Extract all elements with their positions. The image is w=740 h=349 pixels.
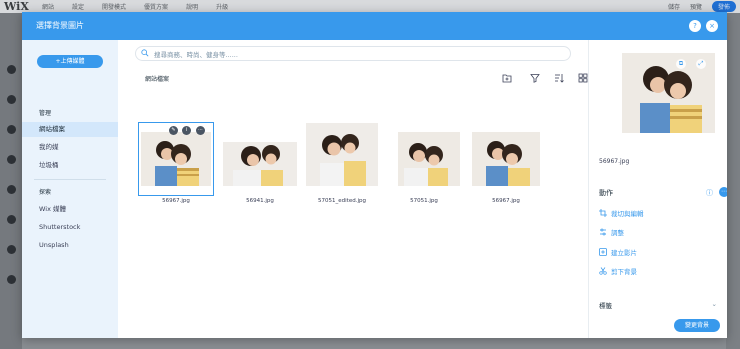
more-icon[interactable]: ⋯	[196, 126, 205, 135]
edit-icon[interactable]: ✎	[169, 126, 178, 135]
preview-image: ⧉ ⤢	[622, 53, 715, 133]
search-box	[135, 46, 571, 61]
sort-icon[interactable]	[554, 73, 564, 83]
search-input[interactable]	[152, 48, 556, 61]
action-label: 裁切與編輯	[611, 210, 644, 218]
blog-icon[interactable]	[7, 245, 16, 254]
menu-item[interactable]: 說明	[186, 2, 198, 11]
save-link[interactable]: 儲存	[668, 2, 680, 11]
editor-menu: 網站 設定 開發模式 優質方案 說明 升級	[42, 2, 228, 11]
dialog-header: 選擇背景圖片 ? ×	[22, 12, 727, 40]
sidebar-item-trash[interactable]: 垃圾桶	[22, 158, 118, 173]
action-label: 調整	[611, 229, 624, 237]
action-adjust[interactable]: 調整	[599, 227, 624, 237]
sidebar-item-unsplash[interactable]: Unsplash	[22, 238, 118, 253]
change-background-button[interactable]: 變更背景	[674, 319, 720, 332]
pages-icon[interactable]	[7, 65, 16, 74]
sidebar-item-shutterstock[interactable]: Shutterstock	[22, 220, 118, 235]
publish-button[interactable]: 發佈	[711, 1, 736, 12]
editor-left-rail	[0, 13, 22, 349]
chevron-down-icon: ⌄	[711, 300, 717, 308]
crop-icon[interactable]: ⧉	[676, 59, 686, 69]
preview-link[interactable]: 預覽	[690, 2, 702, 11]
actions-title: 動作	[599, 189, 613, 197]
menu-item[interactable]: 升級	[216, 2, 228, 11]
action-crop-edit[interactable]: 裁切與編輯	[599, 208, 644, 218]
sidebar-divider	[34, 179, 106, 180]
upload-media-button[interactable]: +上傳媒體	[37, 55, 103, 68]
menu-item[interactable]: 網站	[42, 2, 54, 11]
file-name: 56941.jpg	[246, 198, 274, 204]
sidebar-item-site-files[interactable]: 網站檔案	[22, 122, 118, 137]
dialog-title: 選擇背景圖片	[36, 21, 84, 30]
breadcrumb: 網站檔案	[145, 76, 170, 83]
action-cut-background[interactable]: 剪下背景	[599, 266, 637, 276]
action-create-video[interactable]: 建立影片	[599, 247, 637, 257]
menu-item[interactable]: 優質方案	[144, 2, 168, 11]
info-icon[interactable]: ⓘ	[706, 188, 713, 198]
media-item[interactable]: 56967.jpg	[468, 122, 544, 204]
info-icon[interactable]: i	[182, 126, 191, 135]
media-manager-dialog: 選擇背景圖片 ? × +上傳媒體 管理 網站檔案 我的媒 垃圾桶 探索 Wix …	[22, 12, 727, 338]
action-label: 建立影片	[611, 249, 637, 257]
store-icon[interactable]	[7, 275, 16, 284]
apps-icon[interactable]	[7, 185, 16, 194]
manage-section-title: 管理	[39, 110, 52, 117]
media-sidebar: +上傳媒體 管理 網站檔案 我的媒 垃圾桶 探索 Wix 媒體 Shutters…	[22, 40, 118, 338]
sidebar-item-wix-media[interactable]: Wix 媒體	[22, 202, 118, 217]
filter-icon[interactable]	[530, 73, 540, 83]
menu-item[interactable]: 開發模式	[102, 2, 126, 11]
photo-thumbnail	[223, 132, 297, 186]
media-item[interactable]: 56941.jpg	[222, 122, 298, 204]
file-name: 57051.jpg	[410, 198, 438, 204]
file-name: 56967.jpg	[162, 198, 190, 204]
file-name: 57051_edited.jpg	[318, 198, 366, 204]
crop-edit-icon	[599, 209, 607, 217]
photo-thumbnail	[141, 132, 211, 186]
add-icon[interactable]	[7, 125, 16, 134]
file-info-panel: ⧉ ⤢ 56967.jpg 動作 ⓘ ⋯ 裁切與編輯 調整 建立影片 剪下背景 …	[589, 40, 727, 338]
scissors-icon	[599, 267, 607, 275]
search-icon	[141, 49, 149, 57]
action-label: 剪下背景	[611, 268, 637, 276]
video-icon	[599, 248, 607, 256]
media-main-panel: 網站檔案 ✎ i ⋯ 56967.jpg	[118, 40, 588, 338]
labels-title: 標籤	[599, 302, 612, 310]
media-item[interactable]: 57051.jpg	[386, 122, 462, 204]
photo-thumbnail	[388, 132, 460, 186]
photo-thumbnail	[472, 132, 540, 186]
more-actions-icon[interactable]: ⋯	[719, 187, 727, 197]
explore-section-title: 探索	[39, 189, 52, 196]
media-item[interactable]: ✎ i ⋯ 56967.jpg	[138, 122, 214, 204]
menu-item[interactable]: 設定	[72, 2, 84, 11]
labels-section[interactable]: 標籤 ⌄	[599, 300, 717, 310]
media-item[interactable]: 57051_edited.jpg	[304, 122, 380, 204]
editor-actions: 儲存 預覽 發佈	[668, 1, 736, 12]
help-icon[interactable]: ?	[689, 20, 701, 32]
photo-thumbnail	[306, 123, 378, 186]
close-icon[interactable]: ×	[706, 20, 718, 32]
editor-right-rail	[726, 13, 740, 349]
sidebar-item-my-media[interactable]: 我的媒	[22, 140, 118, 155]
selected-file-name: 56967.jpg	[599, 158, 630, 165]
grid-view-icon[interactable]	[578, 73, 588, 83]
media-icon[interactable]	[7, 215, 16, 224]
theme-icon[interactable]	[7, 155, 16, 164]
background-icon[interactable]	[7, 95, 16, 104]
adjust-icon	[600, 228, 606, 236]
new-folder-icon[interactable]	[502, 73, 512, 83]
expand-icon[interactable]: ⤢	[696, 59, 706, 69]
file-name: 56967.jpg	[492, 198, 520, 204]
